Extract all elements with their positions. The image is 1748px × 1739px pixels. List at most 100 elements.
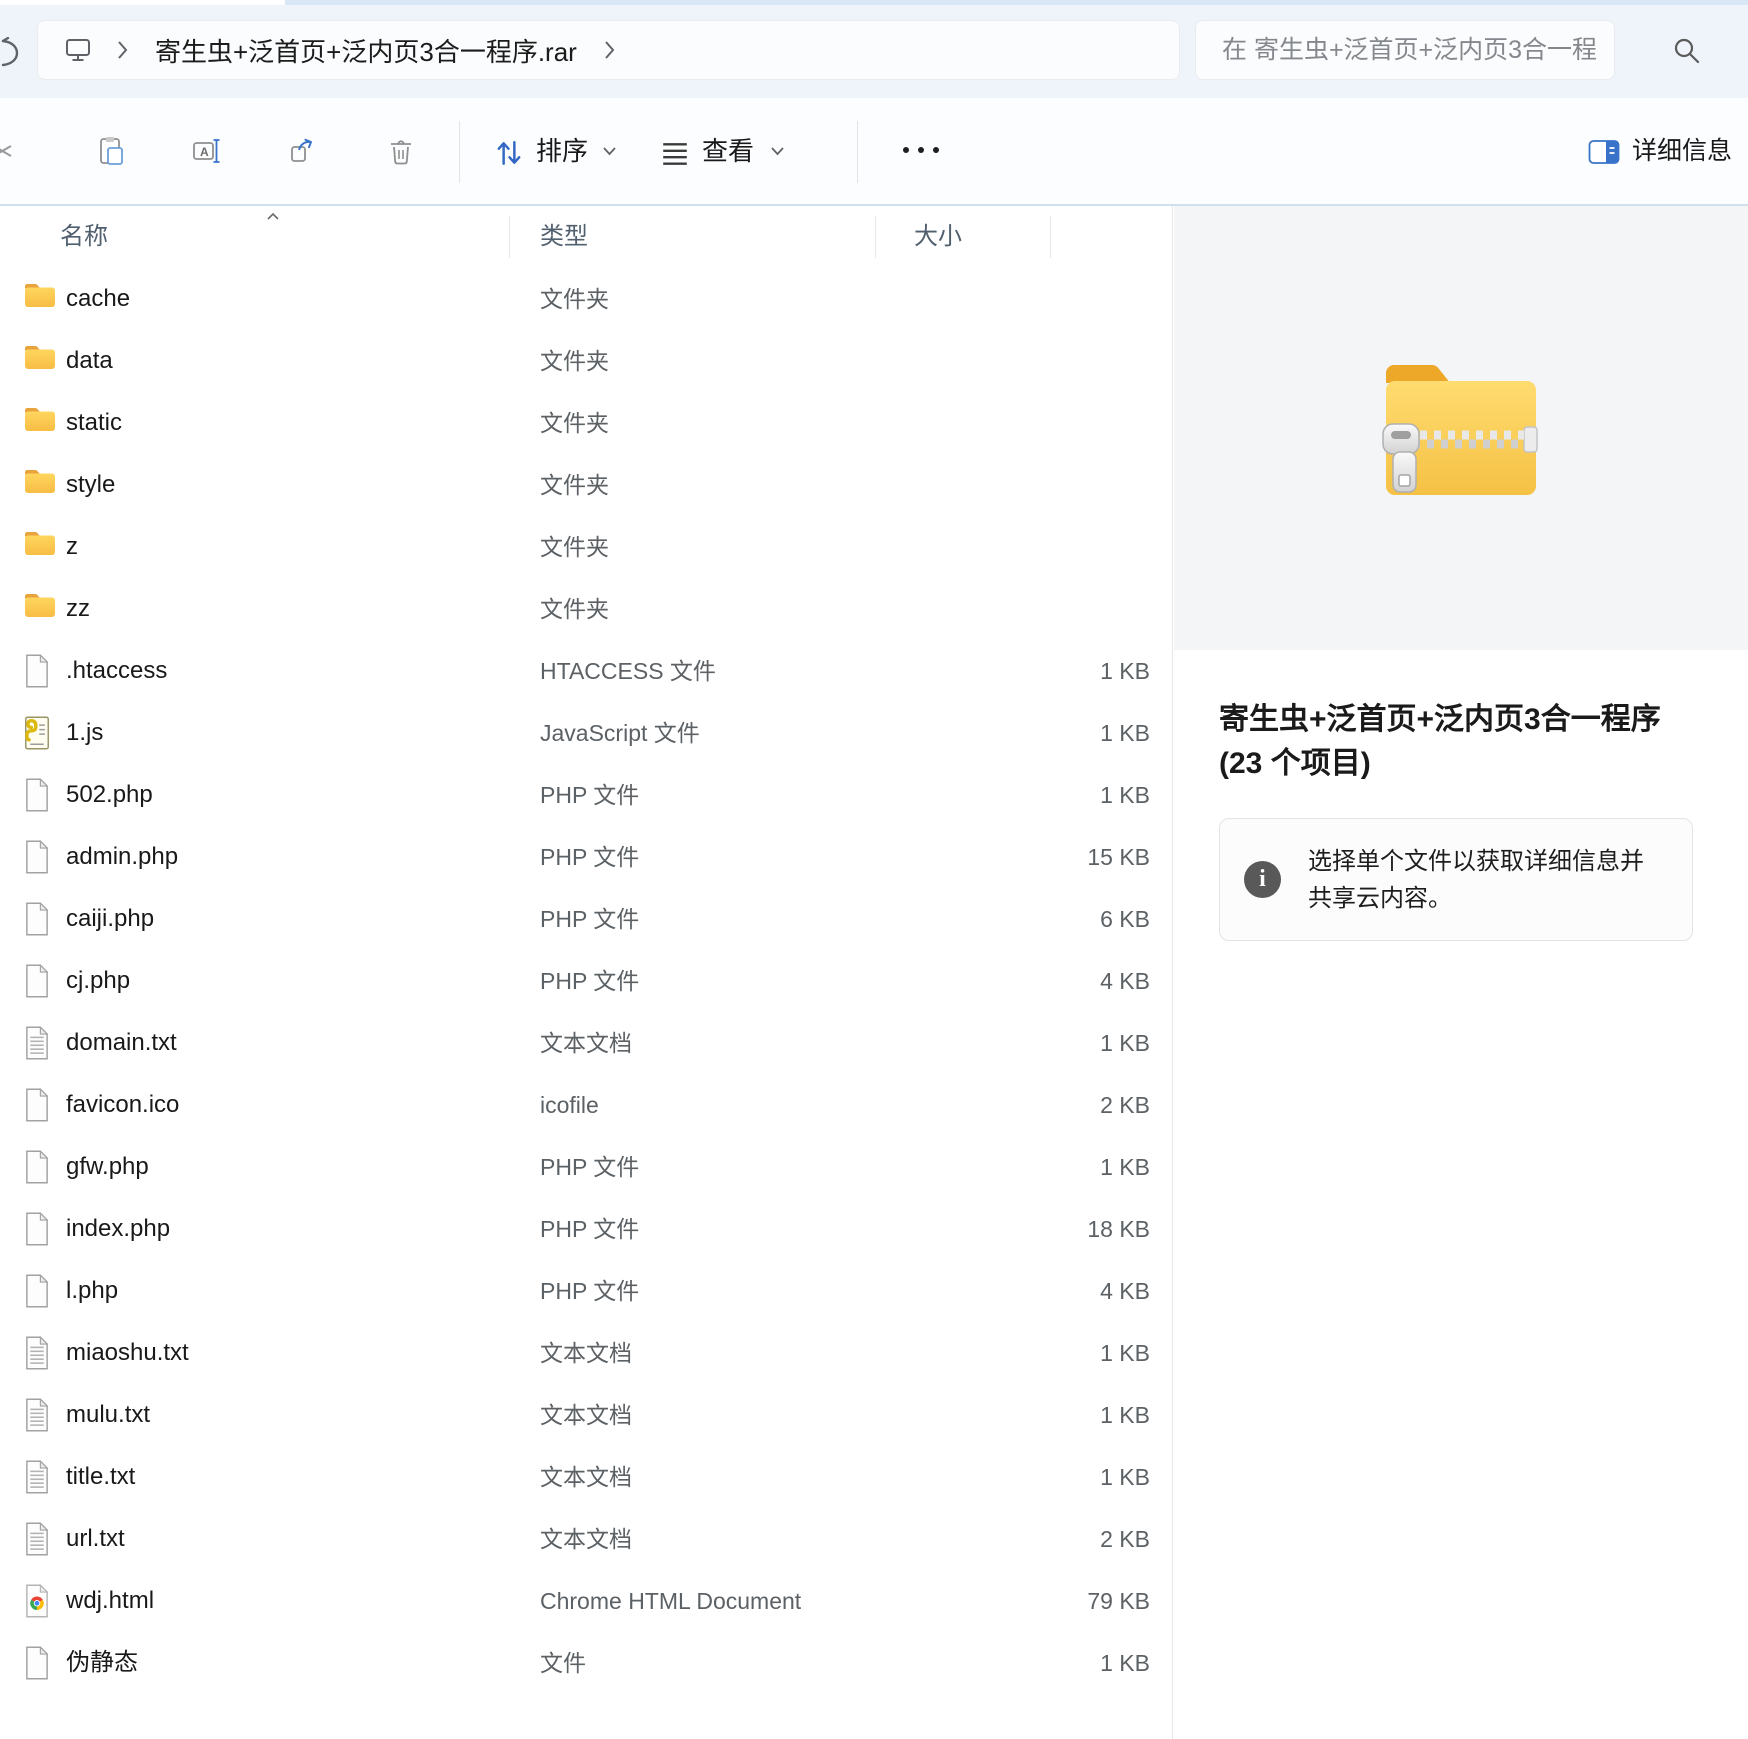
file-size: 6 KB <box>1010 888 1150 950</box>
file-icon <box>22 1211 58 1247</box>
chevron-down-icon <box>770 145 785 157</box>
file-size: 1 KB <box>1010 1012 1150 1074</box>
file-row[interactable]: admin.php PHP 文件 15 KB <box>0 826 1172 888</box>
text-file-icon <box>22 1335 58 1371</box>
breadcrumb-chevron-icon[interactable] <box>603 39 616 61</box>
file-row[interactable]: zz 文件夹 <box>0 578 1172 640</box>
rename-icon[interactable]: A <box>192 136 222 166</box>
search-input[interactable]: 在 寄生虫+泛首页+泛内页3合一程 <box>1195 20 1615 80</box>
sort-icon[interactable] <box>494 138 524 168</box>
refresh-icon[interactable] <box>0 37 20 69</box>
view-button[interactable]: 查看 <box>702 98 754 204</box>
preview-pane: 寄生虫+泛首页+泛内页3合一程序 (23 个项目) i 选择单个文件以获取详细信… <box>1172 206 1748 1739</box>
file-type: 文本文档 <box>540 1012 632 1074</box>
file-type: JavaScript 文件 <box>540 702 700 764</box>
file-name: title.txt <box>66 1446 135 1508</box>
details-pane-icon <box>1588 139 1620 165</box>
cut-icon[interactable] <box>0 136 14 166</box>
file-name: 1.js <box>66 702 103 764</box>
sort-ascending-icon <box>266 212 280 221</box>
file-size <box>1010 578 1150 640</box>
folder-icon <box>22 405 58 441</box>
column-divider[interactable] <box>509 216 510 258</box>
file-size: 1 KB <box>1010 1136 1150 1198</box>
sort-button[interactable]: 排序 <box>536 98 588 204</box>
file-size: 1 KB <box>1010 1446 1150 1508</box>
file-size: 4 KB <box>1010 1260 1150 1322</box>
info-box: i 选择单个文件以获取详细信息并共享云内容。 <box>1219 818 1693 941</box>
file-name: admin.php <box>66 826 178 888</box>
file-row[interactable]: style 文件夹 <box>0 454 1172 516</box>
text-file-icon <box>22 1397 58 1433</box>
file-size: 1 KB <box>1010 1384 1150 1446</box>
file-row[interactable]: 伪静态 文件 1 KB <box>0 1632 1172 1694</box>
column-header-size[interactable]: 大小 <box>914 206 962 268</box>
search-text: 在 寄生虫+泛首页+泛内页3合一程 <box>1196 21 1614 79</box>
file-row[interactable]: cache 文件夹 <box>0 268 1172 330</box>
file-row[interactable]: 502.php PHP 文件 1 KB <box>0 764 1172 826</box>
file-row[interactable]: miaoshu.txt 文本文档 1 KB <box>0 1322 1172 1384</box>
file-type: 文本文档 <box>540 1446 632 1508</box>
file-row[interactable]: url.txt 文本文档 2 KB <box>0 1508 1172 1570</box>
search-icon[interactable] <box>1672 36 1702 66</box>
file-icon <box>22 1087 58 1123</box>
file-row[interactable]: caiji.php PHP 文件 6 KB <box>0 888 1172 950</box>
share-icon[interactable] <box>288 136 318 166</box>
file-type: 文件 <box>540 1632 586 1694</box>
file-name: wdj.html <box>66 1570 154 1632</box>
file-name: l.php <box>66 1260 118 1322</box>
command-toolbar: A 排序 查看 详细信息 <box>0 98 1748 206</box>
delete-icon[interactable] <box>386 136 416 166</box>
more-icon[interactable] <box>903 147 947 155</box>
file-type: 文本文档 <box>540 1508 632 1570</box>
file-list: cache 文件夹 data 文件夹 static 文件夹 style <box>0 268 1172 1694</box>
file-icon <box>22 777 58 813</box>
column-header-name[interactable]: 名称 <box>60 206 108 268</box>
file-name: cj.php <box>66 950 130 1012</box>
file-row[interactable]: static 文件夹 <box>0 392 1172 454</box>
info-icon: i <box>1244 861 1281 898</box>
file-name: index.php <box>66 1198 170 1260</box>
folder-icon <box>22 281 58 317</box>
paste-icon[interactable] <box>96 136 126 166</box>
file-name: zz <box>66 578 90 640</box>
file-size: 2 KB <box>1010 1074 1150 1136</box>
address-bar[interactable]: 寄生虫+泛首页+泛内页3合一程序.rar <box>37 20 1180 80</box>
text-file-icon <box>22 1521 58 1557</box>
file-row[interactable]: favicon.ico icofile 2 KB <box>0 1074 1172 1136</box>
view-icon[interactable] <box>660 139 690 169</box>
file-size: 15 KB <box>1010 826 1150 888</box>
file-name: cache <box>66 268 130 330</box>
file-row[interactable]: domain.txt 文本文档 1 KB <box>0 1012 1172 1074</box>
preview-title-line1: 寄生虫+泛首页+泛内页3合一程序 <box>1219 698 1719 742</box>
file-row[interactable]: wdj.html Chrome HTML Document 79 KB <box>0 1570 1172 1632</box>
svg-text:A: A <box>200 145 209 159</box>
file-type: 文件夹 <box>540 454 609 516</box>
column-header-type[interactable]: 类型 <box>540 206 588 268</box>
file-icon <box>22 1645 58 1681</box>
file-type: PHP 文件 <box>540 1136 639 1198</box>
breadcrumb-chevron-icon[interactable] <box>116 39 129 61</box>
file-row[interactable]: data 文件夹 <box>0 330 1172 392</box>
file-row[interactable]: title.txt 文本文档 1 KB <box>0 1446 1172 1508</box>
column-divider[interactable] <box>1050 216 1051 258</box>
file-row[interactable]: gfw.php PHP 文件 1 KB <box>0 1136 1172 1198</box>
preview-title-line2: (23 个项目) <box>1219 742 1719 786</box>
file-row[interactable]: cj.php PHP 文件 4 KB <box>0 950 1172 1012</box>
file-icon <box>22 653 58 689</box>
column-divider[interactable] <box>875 216 876 258</box>
file-row[interactable]: .htaccess HTACCESS 文件 1 KB <box>0 640 1172 702</box>
file-name: data <box>66 330 113 392</box>
file-icon <box>22 839 58 875</box>
file-row[interactable]: l.php PHP 文件 4 KB <box>0 1260 1172 1322</box>
file-row[interactable]: 1.js JavaScript 文件 1 KB <box>0 702 1172 764</box>
file-size: 1 KB <box>1010 1322 1150 1384</box>
file-row[interactable]: index.php PHP 文件 18 KB <box>0 1198 1172 1260</box>
details-pane-button[interactable]: 详细信息 <box>1588 98 1748 204</box>
breadcrumb-segment[interactable]: 寄生虫+泛首页+泛内页3合一程序.rar <box>155 32 577 69</box>
file-row[interactable]: z 文件夹 <box>0 516 1172 578</box>
file-name: domain.txt <box>66 1012 177 1074</box>
file-type: PHP 文件 <box>540 1198 639 1260</box>
file-size: 18 KB <box>1010 1198 1150 1260</box>
file-row[interactable]: mulu.txt 文本文档 1 KB <box>0 1384 1172 1446</box>
